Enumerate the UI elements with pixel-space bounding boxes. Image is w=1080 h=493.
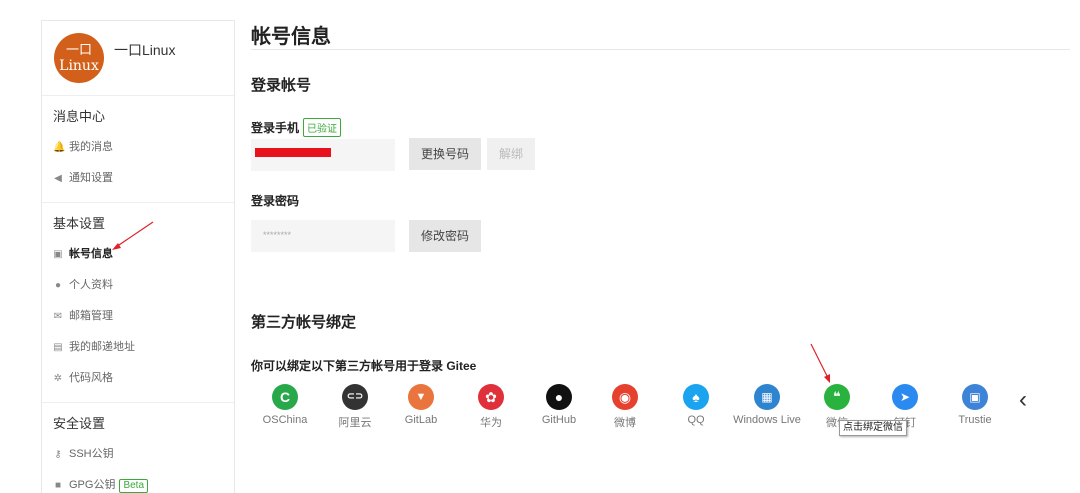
provider-aliyun[interactable]: ⊂⊃ 阿里云 bbox=[333, 384, 377, 430]
user-icon: ● bbox=[54, 279, 62, 291]
lock-icon: ■ bbox=[54, 479, 62, 491]
sidebar-item-label: 我的邮递地址 bbox=[69, 341, 135, 353]
sidebar: 一口 Linux 一口Linux 消息中心 🔔 我的消息 ◀ 通知设置 基本设置… bbox=[41, 20, 235, 493]
provider-weibo[interactable]: ◉ 微博 bbox=[609, 384, 641, 430]
avatar[interactable]: 一口 Linux bbox=[54, 33, 104, 83]
speaker-icon: ◀ bbox=[54, 172, 62, 184]
username[interactable]: 一口Linux bbox=[114, 40, 175, 60]
phone-label: 登录手机 已验证 bbox=[251, 118, 342, 137]
title-divider bbox=[251, 49, 1070, 50]
oschina-icon: C bbox=[272, 384, 298, 410]
password-mask: ******** bbox=[263, 230, 292, 240]
provider-label: Trustie bbox=[958, 414, 992, 426]
change-number-button[interactable]: 更换号码 bbox=[409, 138, 481, 170]
redacted-phone-number bbox=[255, 148, 331, 157]
sidebar-section-basic: 基本设置 ▣ 帐号信息 ● 个人资料 ✉ 邮箱管理 ▤ 我的邮递地址 ✲ 代码风… bbox=[42, 203, 234, 403]
aliyun-icon: ⊂⊃ bbox=[342, 384, 368, 410]
provider-qq[interactable]: ♠ QQ bbox=[681, 384, 711, 426]
sidebar-item-email[interactable]: ✉ 邮箱管理 bbox=[42, 301, 234, 332]
sidebar-section-title: 基本设置 bbox=[53, 216, 106, 231]
avatar-text-top: 一口 bbox=[65, 42, 92, 58]
third-party-description: 你可以绑定以下第三方帐号用于登录 Gitee bbox=[251, 359, 477, 373]
provider-label: Windows Live bbox=[733, 414, 801, 426]
sidebar-item-notification-settings[interactable]: ◀ 通知设置 bbox=[42, 163, 234, 194]
provider-label: 阿里云 bbox=[338, 417, 372, 429]
windows-live-icon: ▦ bbox=[754, 384, 780, 410]
provider-trustie[interactable]: ▣ Trustie bbox=[953, 384, 997, 426]
envelope-icon: ✉ bbox=[53, 310, 63, 322]
sidebar-item-code-style[interactable]: ✲ 代码风格 bbox=[42, 363, 234, 394]
phone-label-text: 登录手机 bbox=[251, 121, 300, 135]
sidebar-item-label: 帐号信息 bbox=[69, 248, 113, 260]
id-card-icon: ▣ bbox=[53, 248, 63, 260]
provider-label: 微博 bbox=[614, 417, 636, 429]
sidebar-item-profile[interactable]: ● 个人资料 bbox=[42, 270, 234, 301]
bell-icon: 🔔 bbox=[53, 141, 66, 153]
sidebar-item-account-info[interactable]: ▣ 帐号信息 bbox=[42, 239, 234, 270]
provider-oschina[interactable]: C OSChina bbox=[261, 384, 309, 426]
password-label: 登录密码 bbox=[251, 194, 300, 208]
provider-label: QQ bbox=[687, 414, 705, 426]
palette-icon: ✲ bbox=[53, 372, 63, 384]
provider-huawei[interactable]: ✿ 华为 bbox=[475, 384, 507, 430]
password-field: ******** bbox=[251, 220, 395, 252]
sidebar-item-ssh-keys[interactable]: ⚷ SSH公钥 bbox=[42, 439, 234, 470]
chevron-left-icon[interactable]: ‹ bbox=[1019, 388, 1027, 412]
key-icon: ⚷ bbox=[54, 448, 62, 460]
sidebar-item-label: 代码风格 bbox=[69, 372, 113, 384]
huawei-icon: ✿ bbox=[478, 384, 504, 410]
sidebar-item-label: 邮箱管理 bbox=[69, 310, 113, 322]
wechat-tooltip: 点击绑定微信 bbox=[839, 420, 907, 436]
sidebar-item-label: 通知设置 bbox=[69, 172, 113, 184]
sidebar-item-mailing-address[interactable]: ▤ 我的邮递地址 bbox=[42, 332, 234, 363]
unbind-button[interactable]: 解绑 bbox=[487, 138, 535, 170]
dingtalk-icon: ➤ bbox=[892, 384, 918, 410]
sidebar-item-label: SSH公钥 bbox=[69, 448, 114, 460]
phone-field bbox=[251, 139, 395, 171]
avatar-text-bottom: Linux bbox=[59, 57, 99, 74]
change-password-button[interactable]: 修改密码 bbox=[409, 220, 481, 252]
profile-card: 一口 Linux 一口Linux bbox=[42, 21, 234, 96]
weibo-icon: ◉ bbox=[612, 384, 638, 410]
address-card-icon: ▤ bbox=[53, 341, 63, 353]
qq-icon: ♠ bbox=[683, 384, 709, 410]
trustie-icon: ▣ bbox=[962, 384, 988, 410]
sidebar-item-label: 我的消息 bbox=[69, 141, 113, 153]
third-party-heading: 第三方帐号绑定 bbox=[251, 314, 357, 331]
sidebar-item-label: GPG公钥 bbox=[69, 479, 116, 491]
provider-windows-live[interactable]: ▦ Windows Live bbox=[729, 384, 805, 426]
login-account-heading: 登录帐号 bbox=[251, 77, 312, 94]
page-title: 帐号信息 bbox=[251, 26, 331, 48]
sidebar-section-security: 安全设置 ⚷ SSH公钥 ■ GPG公钥 Beta bbox=[42, 403, 234, 493]
wechat-icon: ❝ bbox=[824, 384, 850, 410]
provider-label: GitLab bbox=[404, 414, 438, 426]
beta-badge: Beta bbox=[119, 478, 149, 493]
sidebar-item-gpg-keys[interactable]: ■ GPG公钥 Beta bbox=[42, 470, 234, 493]
provider-label: 华为 bbox=[480, 417, 502, 429]
gitlab-icon: ▼ bbox=[408, 384, 434, 410]
sidebar-item-label: 个人资料 bbox=[69, 279, 113, 291]
main-content: 帐号信息 登录帐号 登录手机 已验证 更换号码 解绑 登录密码 ******** … bbox=[251, 0, 1070, 492]
sidebar-section-title: 消息中心 bbox=[53, 109, 106, 124]
sidebar-item-my-messages[interactable]: 🔔 我的消息 bbox=[42, 132, 234, 163]
sidebar-section-messages: 消息中心 🔔 我的消息 ◀ 通知设置 bbox=[42, 96, 234, 203]
verified-badge: 已验证 bbox=[303, 118, 342, 137]
provider-label: GitHub bbox=[541, 414, 577, 426]
github-icon: ● bbox=[546, 384, 572, 410]
provider-label: OSChina bbox=[262, 414, 308, 426]
provider-gitlab[interactable]: ▼ GitLab bbox=[401, 384, 441, 426]
sidebar-section-title: 安全设置 bbox=[53, 416, 106, 431]
provider-github[interactable]: ● GitHub bbox=[537, 384, 581, 426]
